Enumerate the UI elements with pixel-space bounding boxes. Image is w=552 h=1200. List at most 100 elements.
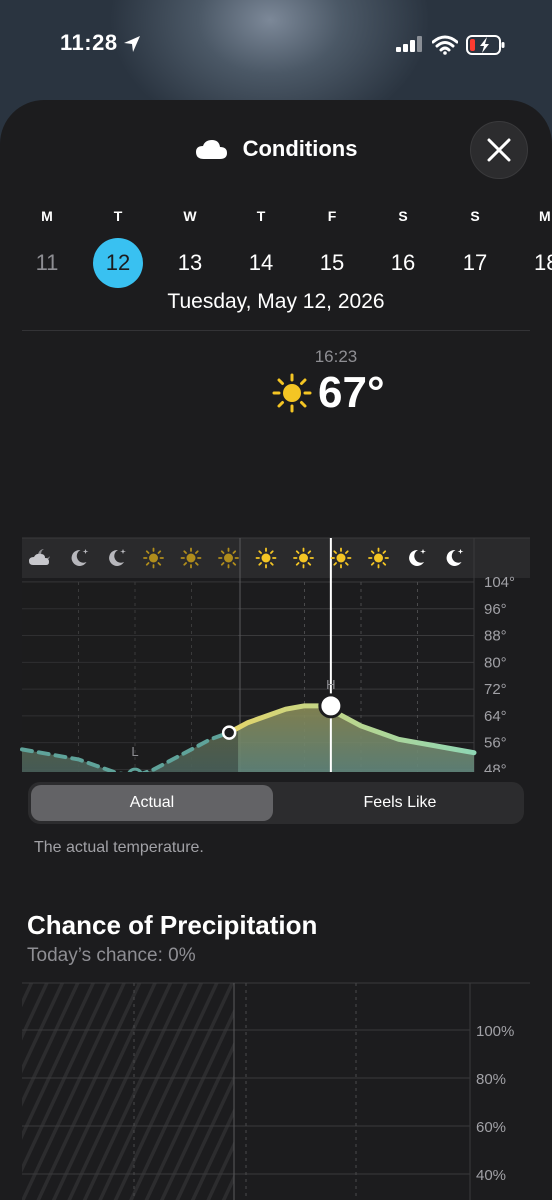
sun-ray bbox=[295, 550, 300, 554]
sun-ray bbox=[333, 562, 337, 566]
y-tick-label: 96° bbox=[484, 601, 507, 618]
sun-ray bbox=[232, 550, 237, 554]
day-number: 14 bbox=[248, 250, 274, 275]
y-tick-label: 80° bbox=[484, 654, 507, 671]
close-icon bbox=[487, 138, 511, 162]
sun-core bbox=[299, 553, 308, 563]
day-number: 18 bbox=[534, 250, 552, 275]
y-tick-label: 56° bbox=[484, 735, 507, 752]
day-letter: M bbox=[41, 208, 53, 224]
sun-ray bbox=[345, 562, 349, 566]
location-arrow-icon bbox=[124, 36, 140, 52]
sun-icon bbox=[272, 373, 312, 413]
day-letter: S bbox=[398, 208, 408, 224]
day-item[interactable]: S 17 bbox=[445, 208, 505, 288]
precip-y-tick-label: 40% bbox=[476, 1167, 506, 1184]
sun-ray bbox=[220, 550, 225, 554]
sun-ray bbox=[307, 562, 312, 566]
precip-y-tick-label: 80% bbox=[476, 1071, 506, 1088]
feels-like-tab[interactable]: Feels Like bbox=[279, 785, 521, 821]
sun-ray bbox=[157, 562, 162, 566]
day-number: 12 bbox=[93, 238, 143, 288]
sun-ray bbox=[183, 562, 187, 566]
high-label: H bbox=[326, 677, 335, 692]
sun-ray bbox=[307, 550, 312, 554]
wifi-icon bbox=[432, 35, 458, 55]
close-button[interactable] bbox=[470, 121, 528, 179]
sun-core bbox=[374, 553, 383, 563]
chart-description: The actual temperature. bbox=[34, 839, 204, 856]
sun-ray bbox=[232, 562, 237, 566]
low-label: L bbox=[131, 744, 138, 759]
day-letter: M bbox=[539, 208, 551, 224]
actual-tab[interactable]: Actual bbox=[31, 785, 273, 821]
sheet-title: Conditions bbox=[242, 136, 358, 161]
sun-ray bbox=[195, 550, 199, 554]
day-number: 17 bbox=[462, 250, 488, 275]
day-number: 16 bbox=[390, 250, 416, 275]
sun-ray bbox=[145, 550, 150, 554]
status-time: 11:28 bbox=[60, 30, 118, 55]
cellular-signal-icon bbox=[396, 36, 422, 52]
sun-ray bbox=[220, 562, 225, 566]
day-letter: F bbox=[327, 208, 337, 224]
day-letter: W bbox=[183, 208, 197, 224]
day-letter: S bbox=[470, 208, 480, 224]
y-tick-label: 104° bbox=[484, 574, 515, 591]
sun-ray bbox=[258, 550, 262, 554]
temperature-mode-control: Actual Feels Like bbox=[28, 782, 524, 824]
precipitation-subtitle: Today’s chance: 0% bbox=[27, 945, 196, 966]
sun-ray bbox=[270, 562, 274, 566]
day-letter: T bbox=[113, 208, 123, 224]
sun-ray bbox=[295, 562, 300, 566]
day-item[interactable]: M 18 bbox=[516, 208, 552, 288]
y-tick-label: 72° bbox=[484, 681, 507, 698]
precip-y-tick-label: 60% bbox=[476, 1119, 506, 1136]
current-conditions: 67° bbox=[272, 368, 385, 418]
status-bar: 11:28 bbox=[0, 0, 552, 90]
sun-ray bbox=[370, 562, 375, 566]
sun-ray bbox=[382, 550, 387, 554]
conditions-sheet: Conditions M 11 T 12 W 13 T 14 F 15 S 16… bbox=[0, 100, 552, 1200]
sun-ray bbox=[145, 562, 150, 566]
day-number: 11 bbox=[35, 250, 59, 275]
sun-ray bbox=[183, 550, 187, 554]
sun-ray bbox=[370, 550, 375, 554]
day-item[interactable]: S 16 bbox=[373, 208, 433, 288]
precip-y-tick-label: 100% bbox=[476, 1023, 514, 1040]
sun-ray bbox=[195, 562, 199, 566]
y-tick-label: 88° bbox=[484, 628, 507, 645]
sun-ray bbox=[333, 550, 337, 554]
precipitation-chart[interactable]: 100% 80% 60% 40% bbox=[0, 980, 552, 1200]
sun-ray bbox=[382, 562, 387, 566]
cloud-icon bbox=[195, 140, 227, 159]
y-tick-label: 64° bbox=[484, 708, 507, 725]
day-item[interactable]: T 14 bbox=[231, 208, 291, 288]
battery-low-charging-icon bbox=[466, 35, 505, 55]
day-number: 15 bbox=[319, 250, 345, 275]
current-time: 16:23 bbox=[314, 347, 358, 366]
temperature-chart[interactable]: 104°96°88°80°72°64°56°48°40°32°LH0006121… bbox=[0, 436, 552, 772]
past-hatch-area bbox=[22, 983, 234, 1200]
current-temperature: 67° bbox=[318, 368, 385, 417]
low-marker bbox=[127, 767, 143, 772]
day-selector: M 11 T 12 W 13 T 14 F 15 S 16 S 17 M 18 bbox=[0, 208, 552, 288]
sun-core bbox=[336, 553, 346, 563]
day-letter: T bbox=[256, 208, 266, 224]
sun-core bbox=[186, 553, 196, 563]
day-item[interactable]: F 15 bbox=[302, 208, 362, 288]
day-item-selected[interactable]: T 12 bbox=[88, 208, 148, 288]
sun-ray bbox=[345, 550, 349, 554]
sun-core bbox=[149, 553, 158, 563]
day-item[interactable]: W 13 bbox=[160, 208, 220, 288]
divider bbox=[22, 330, 530, 331]
day-item[interactable]: M 11 bbox=[17, 208, 77, 288]
sun-core bbox=[224, 553, 233, 563]
day-number: 13 bbox=[177, 250, 203, 275]
selected-date: Tuesday, May 12, 2026 bbox=[167, 290, 385, 313]
precipitation-title: Chance of Precipitation bbox=[27, 910, 318, 940]
sheet-header: Conditions bbox=[0, 136, 552, 176]
last-observed-marker bbox=[221, 725, 237, 740]
sun-ray bbox=[157, 550, 162, 554]
current-temperature-marker bbox=[318, 693, 344, 719]
